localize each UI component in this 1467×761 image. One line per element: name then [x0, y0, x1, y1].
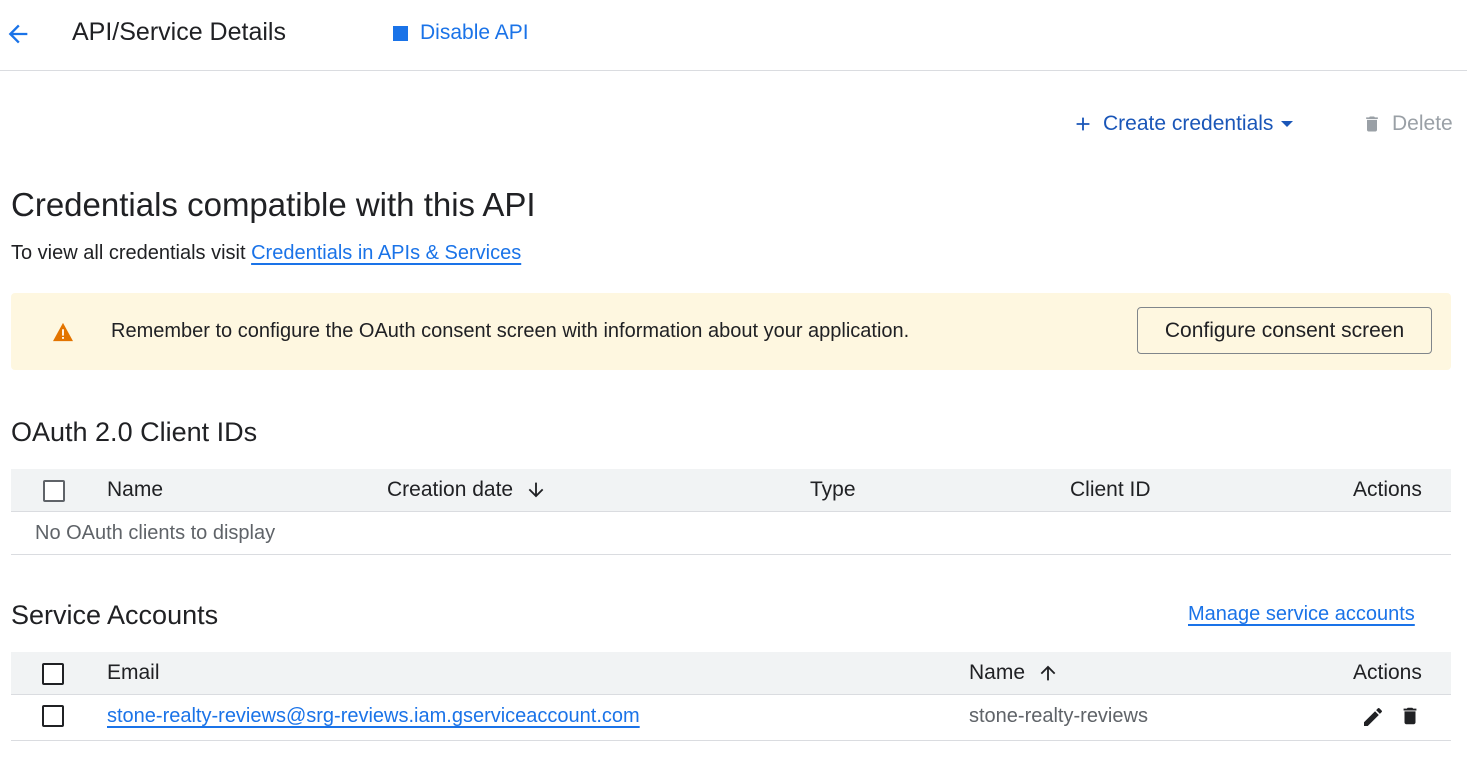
- oauth-warning-banner: Remember to configure the OAuth consent …: [11, 293, 1451, 370]
- create-credentials-label: Create credentials: [1103, 112, 1274, 135]
- service-accounts-select-all-checkbox[interactable]: [42, 663, 64, 685]
- arrow-down-icon: [528, 482, 544, 498]
- oauth-col-actions: Actions: [1353, 478, 1422, 501]
- stop-icon: [393, 25, 408, 41]
- edit-icon[interactable]: [1361, 705, 1385, 734]
- oauth-col-client-id[interactable]: Client ID: [1070, 478, 1151, 502]
- sa-col-name-label: Name: [969, 661, 1026, 684]
- trash-icon[interactable]: [1399, 704, 1421, 733]
- disable-api-label: Disable API: [420, 21, 529, 44]
- top-bar: API/Service Details Disable API: [0, 0, 1467, 71]
- delete-button[interactable]: Delete: [1362, 112, 1453, 136]
- arrow-back-icon[interactable]: [4, 20, 32, 48]
- service-account-name: stone-realty-reviews: [969, 705, 1148, 727]
- warning-text: Remember to configure the OAuth consent …: [111, 320, 910, 342]
- configure-consent-screen-button[interactable]: Configure consent screen: [1137, 307, 1432, 354]
- service-accounts-table-header: Email Name Actions: [11, 652, 1451, 695]
- table-row: stone-realty-reviews@srg-reviews.iam.gse…: [11, 695, 1451, 741]
- credentials-subtitle-prefix: To view all credentials visit: [11, 242, 246, 264]
- credentials-title: Credentials compatible with this API: [11, 186, 536, 223]
- disable-api-button[interactable]: Disable API: [393, 21, 529, 45]
- credentials-link[interactable]: Credentials in APIs & Services: [251, 242, 521, 264]
- oauth-col-name[interactable]: Name: [107, 478, 163, 502]
- service-accounts-title: Service Accounts: [11, 600, 219, 630]
- page-title: API/Service Details: [72, 18, 286, 46]
- oauth-table-header: Name Creation date Type Client ID Action…: [11, 469, 1451, 512]
- trash-icon: [1366, 116, 1378, 132]
- warning-icon: [53, 322, 73, 342]
- oauth-section-title: OAuth 2.0 Client IDs: [11, 417, 258, 447]
- delete-label: Delete: [1392, 112, 1453, 135]
- credentials-subtitle: To view all credentials visit Credential…: [11, 242, 521, 265]
- plus-icon: [1076, 117, 1090, 131]
- sa-col-name[interactable]: Name: [969, 661, 1059, 685]
- oauth-select-all-checkbox[interactable]: [43, 480, 65, 502]
- sa-col-actions: Actions: [1353, 661, 1422, 684]
- oauth-empty-message: No OAuth clients to display: [35, 522, 276, 544]
- service-account-email[interactable]: stone-realty-reviews@srg-reviews.iam.gse…: [107, 705, 640, 728]
- manage-service-accounts-link[interactable]: Manage service accounts: [1188, 603, 1415, 626]
- caret-down-icon: [1281, 121, 1294, 127]
- arrow-up-icon: [1040, 665, 1056, 681]
- create-credentials-button[interactable]: Create credentials: [1072, 112, 1294, 136]
- service-account-email-link[interactable]: stone-realty-reviews@srg-reviews.iam.gse…: [107, 705, 640, 727]
- oauth-col-creation-date-label: Creation date: [387, 478, 514, 501]
- oauth-col-creation-date[interactable]: Creation date: [387, 478, 547, 502]
- oauth-empty-row: No OAuth clients to display: [11, 512, 1451, 555]
- sa-col-email[interactable]: Email: [107, 661, 160, 685]
- row-checkbox[interactable]: [42, 705, 64, 727]
- oauth-col-type[interactable]: Type: [810, 478, 856, 502]
